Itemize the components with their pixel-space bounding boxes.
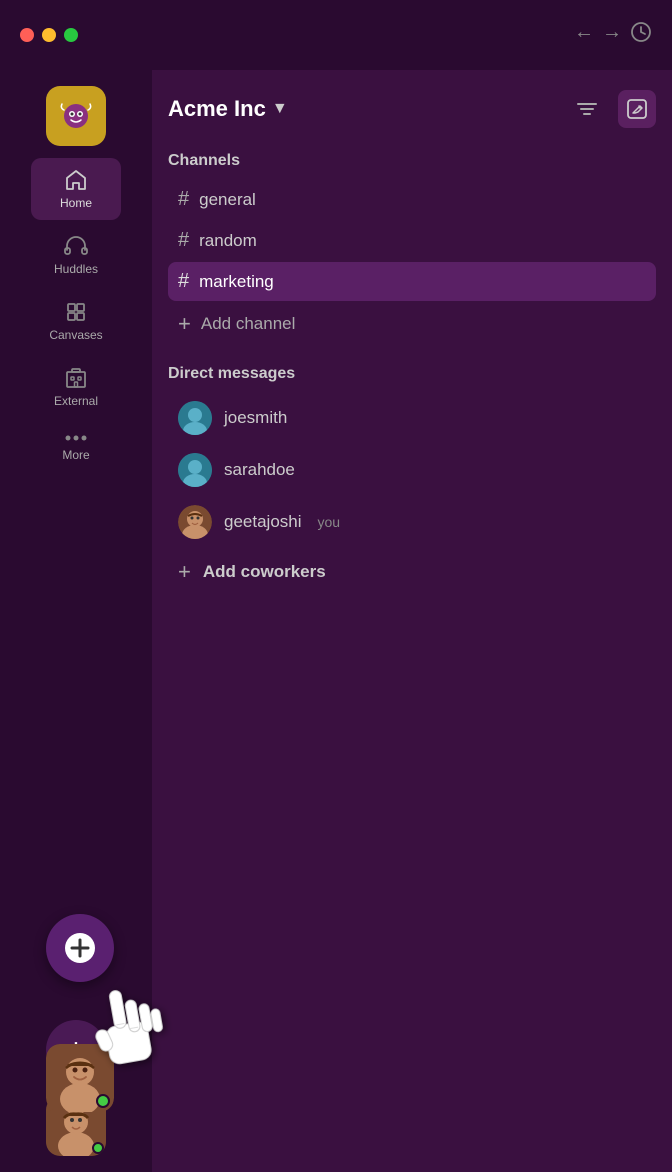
workspace-chevron-icon: ▼ [272,100,288,118]
bottom-user-avatar[interactable] [46,1044,114,1112]
channel-item-marketing[interactable]: # marketing [168,262,656,301]
close-button[interactable] [20,28,34,42]
add-workspace-overlay [46,914,114,982]
building-icon [64,366,88,390]
dm-avatar-geetajoshi [178,505,212,539]
avatar-online-dot [96,1094,110,1108]
history-button[interactable] [630,21,652,49]
traffic-lights [20,28,78,42]
forward-button[interactable]: → [602,21,622,49]
add-channel-button[interactable]: + Add channel [168,303,656,345]
channel-item-random[interactable]: # random [168,221,656,260]
sidebar-item-external[interactable]: External [31,356,121,418]
add-coworkers-icon: + [178,559,191,585]
sidebar-item-home[interactable]: Home [31,158,121,220]
channel-name-marketing: marketing [199,272,274,292]
dm-you-badge-geetajoshi: you [318,514,341,530]
sidebar-item-label-home: Home [60,196,92,210]
dots-icon [64,432,88,444]
title-bar: ← → [0,0,672,70]
add-channel-icon: + [178,311,191,337]
sidebar-item-canvases[interactable]: Canvases [31,290,121,352]
sidebar-item-label-canvases: Canvases [49,328,102,342]
sidebar-item-huddles[interactable]: Huddles [31,224,121,286]
home-icon [64,168,88,192]
add-coworkers-button[interactable]: + Add coworkers [168,551,656,593]
workspace-actions [568,90,656,128]
channel-item-general[interactable]: # general [168,180,656,219]
sidebar-item-label-more: More [62,448,89,462]
back-button[interactable]: ← [574,21,594,49]
dm-section: Direct messages joesmith [168,365,656,593]
app-logo[interactable] [46,86,106,146]
workspace-header: Acme Inc ▼ [168,86,656,132]
dm-item-sarahdoe[interactable]: sarahdoe [168,445,656,495]
maximize-button[interactable] [64,28,78,42]
dm-item-geetajoshi[interactable]: geetajoshi you [168,497,656,547]
workspace-title-group[interactable]: Acme Inc ▼ [168,96,288,122]
workspace-title: Acme Inc [168,96,266,122]
channel-name-random: random [199,231,257,251]
navigation-arrows: ← → [574,21,652,49]
channels-section-header: Channels [168,152,656,170]
channel-name-general: general [199,190,256,210]
add-coworkers-label: Add coworkers [203,562,326,582]
layers-icon [64,300,88,324]
channel-sidebar: Acme Inc ▼ [152,70,672,1172]
app-layout: Home Huddles Ca [0,70,672,1172]
minimize-button[interactable] [42,28,56,42]
hash-icon-marketing: # [178,270,189,293]
add-channel-label: Add channel [201,314,296,334]
dm-avatar-joesmith [178,401,212,435]
icon-sidebar: Home Huddles Ca [0,70,152,1172]
compose-button[interactable] [618,90,656,128]
headphones-icon [64,234,88,258]
hash-icon-random: # [178,229,189,252]
sidebar-item-more[interactable]: More [31,422,121,472]
dm-section-header: Direct messages [168,365,656,383]
dm-name-joesmith: joesmith [224,408,287,428]
filter-button[interactable] [568,90,606,128]
sidebar-item-label-huddles: Huddles [54,262,98,276]
dm-name-sarahdoe: sarahdoe [224,460,295,480]
dm-avatar-sarahdoe [178,453,212,487]
dm-item-joesmith[interactable]: joesmith [168,393,656,443]
sidebar-item-label-external: External [54,394,98,408]
add-workspace-circle-button[interactable] [46,914,114,982]
dm-name-geetajoshi: geetajoshi [224,512,302,532]
online-status-dot [92,1142,104,1154]
hash-icon-general: # [178,188,189,211]
